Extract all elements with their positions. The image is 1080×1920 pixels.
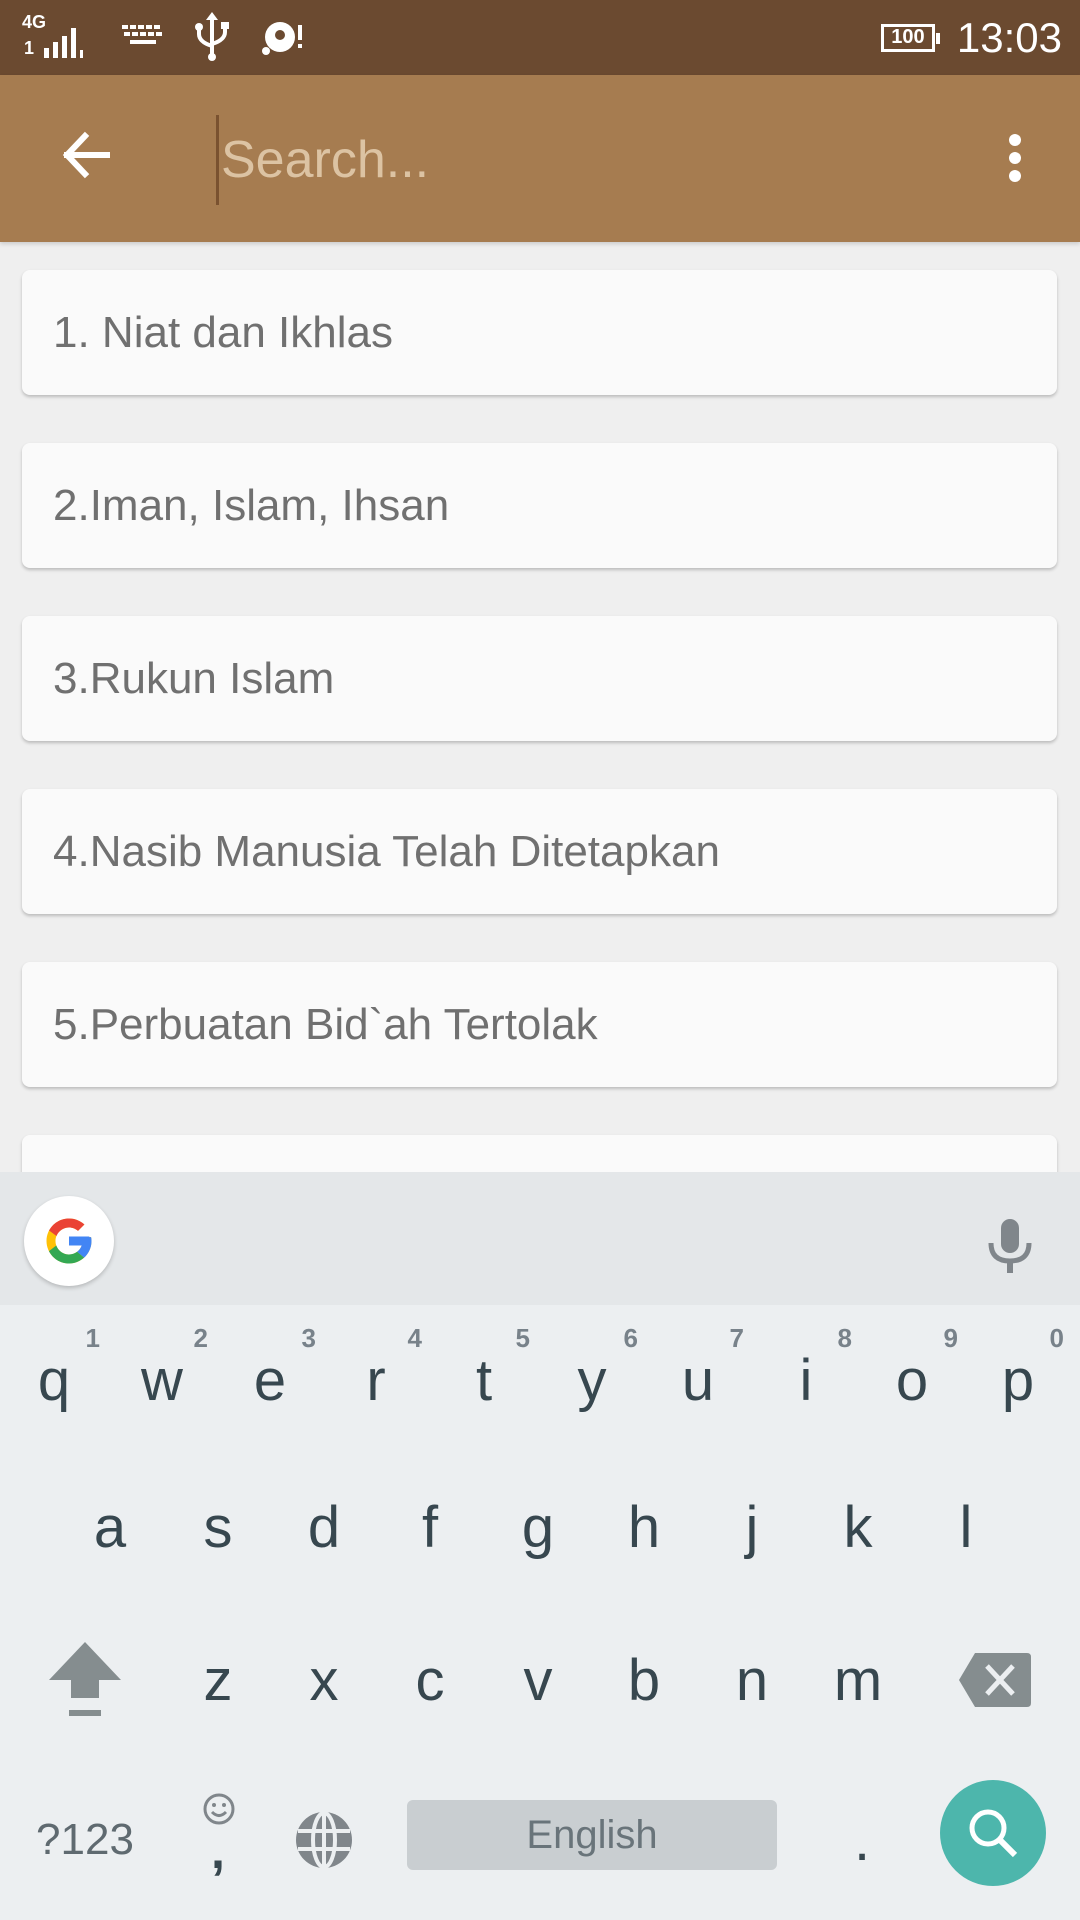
sim-label: 1 — [24, 38, 35, 58]
battery-icon: 100 — [880, 23, 940, 52]
list-item-label: 1. Niat dan Ikhlas — [53, 307, 393, 357]
key-d[interactable]: d — [272, 1455, 376, 1600]
key-g[interactable]: g — [486, 1455, 590, 1600]
key-label: t — [475, 1347, 493, 1413]
list-item[interactable]: 3.Rukun Islam — [22, 616, 1057, 741]
key-u[interactable]: u7 — [646, 1305, 750, 1455]
keyboard-icon — [122, 25, 162, 44]
key-x[interactable]: x — [272, 1600, 376, 1760]
globe-icon — [296, 1811, 352, 1869]
comma-label: , — [211, 1823, 225, 1879]
clock: 13:03 — [956, 13, 1062, 61]
key-label: y — [577, 1347, 607, 1413]
overflow-menu-button[interactable] — [980, 120, 1050, 195]
period-key[interactable]: . — [810, 1760, 914, 1920]
key-hint: 5 — [515, 1323, 530, 1353]
key-label: w — [141, 1347, 183, 1413]
key-b[interactable]: b — [592, 1600, 696, 1760]
key-label: e — [253, 1347, 287, 1413]
battery-level: 100 — [891, 26, 925, 48]
signal-icon: 4G 1 — [22, 12, 92, 62]
backspace-icon — [959, 1653, 1031, 1707]
shift-icon — [49, 1642, 121, 1716]
status-bar: 4G 1 100 13:03 — [0, 0, 1080, 75]
key-hint: 9 — [943, 1323, 958, 1353]
key-row-2: a s d f g h j k l — [0, 1455, 1080, 1600]
key-v[interactable]: v — [486, 1600, 590, 1760]
key-t[interactable]: t5 — [432, 1305, 536, 1455]
list-item-label: 5.Perbuatan Bid`ah Tertolak — [53, 999, 598, 1049]
key-y[interactable]: y6 — [540, 1305, 644, 1455]
key-i[interactable]: i8 — [754, 1305, 858, 1455]
key-e[interactable]: e3 — [218, 1305, 322, 1455]
key-label: q — [37, 1347, 71, 1413]
key-hint: 3 — [301, 1323, 316, 1353]
soft-keyboard: q1 w2 e3 r4 t5 y6 u7 i8 o9 p0 a s d f g … — [0, 1172, 1080, 1920]
status-left: 4G 1 — [22, 12, 310, 62]
keyboard-suggestion-strip — [0, 1172, 1080, 1305]
key-l[interactable]: l — [914, 1455, 1018, 1600]
list-item[interactable]: 1. Niat dan Ikhlas — [22, 270, 1057, 395]
status-right: 100 13:03 — [880, 0, 1062, 75]
list-item[interactable]: 5.Perbuatan Bid`ah Tertolak — [22, 962, 1057, 1087]
key-h[interactable]: h — [592, 1455, 696, 1600]
key-label: i — [799, 1347, 813, 1413]
usb-icon — [195, 12, 229, 61]
more-vert-icon-dot — [1009, 169, 1021, 182]
search-action-key[interactable] — [940, 1780, 1046, 1886]
key-z[interactable]: z — [166, 1600, 270, 1760]
shift-key[interactable] — [20, 1600, 150, 1760]
back-button[interactable] — [50, 120, 120, 190]
key-f[interactable]: f — [378, 1455, 482, 1600]
emoji-icon — [203, 1793, 235, 1825]
key-label: r — [366, 1347, 386, 1413]
google-search-button[interactable] — [24, 1196, 114, 1286]
key-hint: 7 — [729, 1323, 744, 1353]
key-row-3: z x c v b n m — [0, 1600, 1080, 1760]
language-key[interactable] — [272, 1760, 376, 1920]
search-input[interactable] — [216, 115, 961, 205]
key-hint: 2 — [193, 1323, 208, 1353]
microphone-icon — [988, 1219, 1032, 1273]
list-item[interactable]: 4.Nasib Manusia Telah Ditetapkan — [22, 789, 1057, 914]
more-vert-icon-dot — [1009, 151, 1021, 164]
key-r[interactable]: r4 — [324, 1305, 428, 1455]
disk-icon — [262, 22, 302, 55]
key-m[interactable]: m — [806, 1600, 910, 1760]
app-bar — [0, 75, 1080, 242]
list-item[interactable]: 2.Iman, Islam, Ihsan — [22, 443, 1057, 568]
key-hint: 8 — [837, 1323, 852, 1353]
key-q[interactable]: q1 — [2, 1305, 106, 1455]
key-row-1: q1 w2 e3 r4 t5 y6 u7 i8 o9 p0 — [0, 1305, 1080, 1455]
more-vert-icon-dot — [1009, 133, 1021, 146]
voice-input-button[interactable] — [980, 1212, 1040, 1282]
list-item-label: 2.Iman, Islam, Ihsan — [53, 480, 450, 530]
key-a[interactable]: a — [58, 1455, 162, 1600]
comma-key[interactable]: , — [166, 1760, 270, 1920]
symbols-key[interactable]: ?123 — [20, 1760, 150, 1920]
search-icon — [969, 1809, 1018, 1858]
backspace-key[interactable] — [930, 1600, 1060, 1760]
key-label: u — [681, 1347, 715, 1413]
space-key[interactable]: English — [407, 1800, 777, 1870]
key-hint: 4 — [407, 1323, 422, 1353]
list-item-label: 3.Rukun Islam — [53, 653, 335, 703]
list-item-label: 4.Nasib Manusia Telah Ditetapkan — [53, 826, 720, 876]
key-c[interactable]: c — [378, 1600, 482, 1760]
key-w[interactable]: w2 — [110, 1305, 214, 1455]
key-k[interactable]: k — [806, 1455, 910, 1600]
key-label: o — [895, 1347, 929, 1413]
arrow-left-icon — [62, 131, 110, 179]
key-label: p — [1001, 1347, 1035, 1413]
key-j[interactable]: j — [700, 1455, 804, 1600]
key-hint: 0 — [1049, 1323, 1064, 1353]
key-hint: 1 — [85, 1323, 100, 1353]
key-p[interactable]: p0 — [966, 1305, 1070, 1455]
google-icon — [46, 1218, 92, 1264]
key-hint: 6 — [623, 1323, 638, 1353]
key-s[interactable]: s — [166, 1455, 270, 1600]
key-n[interactable]: n — [700, 1600, 804, 1760]
key-o[interactable]: o9 — [860, 1305, 964, 1455]
